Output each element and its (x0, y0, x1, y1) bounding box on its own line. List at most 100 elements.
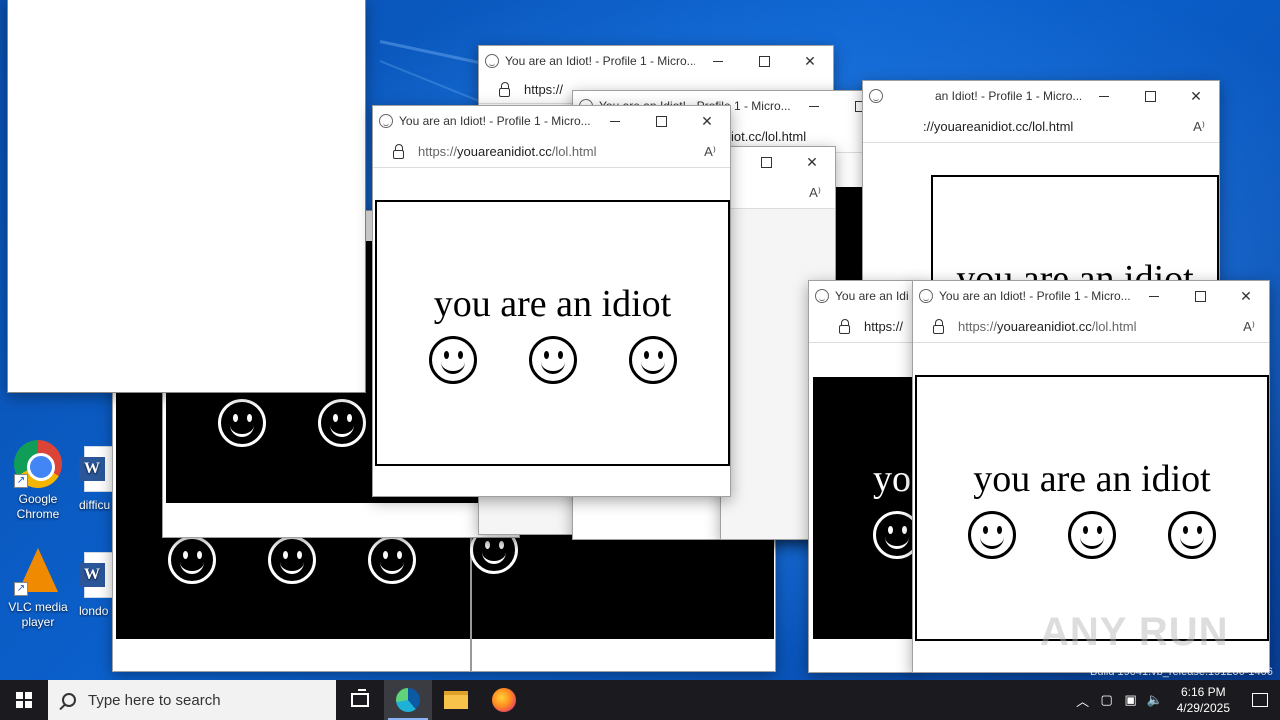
close-button[interactable]: ✕ (1223, 281, 1269, 311)
favicon-smiley-icon (485, 54, 499, 68)
address-bar[interactable]: https://youareanidiot.cc/lol.html A⁾ (913, 311, 1269, 343)
window-titlebar[interactable]: You are an Idiot! - Profile 1 - Micro...… (913, 281, 1269, 311)
notification-icon (1252, 693, 1268, 707)
device-icon[interactable]: ▢ (1095, 680, 1119, 720)
favicon-smiley-icon (379, 114, 393, 128)
url-text: https://youareanidiot.cc/lol.html (418, 144, 597, 159)
idiot-message-box: yo (813, 377, 917, 639)
taskbar: Type here to search ︿ ▢ ▣ 🔈 6:16 PM 4/29… (0, 680, 1280, 720)
maximize-button[interactable] (741, 46, 787, 76)
idiot-message: yo (873, 458, 911, 500)
folder-icon (444, 691, 468, 709)
url-text: https:// (864, 319, 904, 334)
minimize-button[interactable] (592, 106, 638, 136)
smiley-icon (168, 536, 216, 584)
clock-date: 4/29/2025 (1176, 701, 1230, 715)
window-titlebar[interactable]: You are an Idiot! - Profile 1 - Micro...… (479, 46, 833, 76)
task-view-icon (351, 689, 369, 707)
edge-icon (396, 688, 420, 712)
build-watermark: Build 19041.vb_release.191206-1406 (1090, 666, 1273, 678)
start-button[interactable] (0, 680, 48, 720)
smiley-row (168, 536, 416, 584)
window-title: You are an Idi (835, 289, 909, 303)
taskbar-search[interactable]: Type here to search (48, 680, 336, 720)
idiot-message-box: you are an idiot (375, 200, 730, 466)
desktop-icon-vlc[interactable]: ↗ VLC media player (0, 548, 76, 630)
url-text: ://youareanidiot.cc/lol.html (923, 119, 1074, 134)
volume-icon[interactable]: 🔈 (1143, 680, 1167, 720)
desktop-icon-label: Google Chrome (16, 492, 60, 521)
idiot-message-box: you are an idiot (915, 375, 1269, 641)
close-button[interactable]: ✕ (787, 46, 833, 76)
browser-window-bottom-right-back[interactable]: You are an Idi https:// yo (808, 280, 918, 673)
maximize-button[interactable] (1127, 81, 1173, 111)
clock-time: 6:16 PM (1180, 685, 1226, 699)
desktop: ↗ Google Chrome ↗ VLC media player W dif… (0, 0, 1280, 680)
shortcut-arrow-icon: ↗ (14, 582, 28, 596)
smiley-icon (1068, 511, 1116, 559)
smiley-icon (428, 336, 477, 384)
window-title: an Idiot! - Profile 1 - Micro... (935, 89, 1081, 103)
address-bar[interactable]: https:// (809, 311, 917, 343)
search-icon (62, 693, 76, 707)
maximize-button[interactable] (743, 147, 789, 177)
search-placeholder: Type here to search (88, 691, 221, 709)
smiley-icon (968, 511, 1016, 559)
blank-white-window[interactable] (7, 0, 366, 393)
close-button[interactable]: ✕ (684, 106, 730, 136)
smiley-row (428, 336, 677, 384)
smiley-icon (268, 536, 316, 584)
read-aloud-icon[interactable]: A⁾ (704, 144, 716, 160)
lock-icon (933, 318, 944, 334)
desktop-icon-chrome[interactable]: ↗ Google Chrome (0, 440, 76, 522)
window-titlebar[interactable]: ✕ (721, 147, 835, 177)
notification-button[interactable] (1240, 680, 1280, 720)
browser-window-front[interactable]: You are an Idiot! - Profile 1 - Micro...… (372, 105, 731, 497)
address-bar[interactable]: ://youareanidiot.cc/lol.html A⁾ (863, 111, 1219, 143)
address-bar[interactable]: https://youareanidiot.cc/lol.html A⁾ (373, 136, 730, 168)
minimize-button[interactable] (1081, 81, 1127, 111)
window-titlebar[interactable]: You are an Idi (809, 281, 917, 311)
window-title: You are an Idiot! - Profile 1 - Micro... (505, 54, 695, 68)
minimize-button[interactable] (1131, 281, 1177, 311)
smiley-row (968, 511, 1216, 559)
maximize-button[interactable] (638, 106, 684, 136)
clock[interactable]: 6:16 PM 4/29/2025 (1167, 684, 1240, 716)
windows-logo-icon (16, 692, 32, 708)
taskbar-edge[interactable] (384, 680, 432, 720)
favicon-smiley-icon (869, 89, 883, 103)
read-aloud-icon[interactable]: A⁾ (1193, 119, 1205, 135)
smiley-icon (1168, 511, 1216, 559)
window-title: You are an Idiot! - Profile 1 - Micro... (399, 114, 591, 128)
lock-icon (839, 318, 850, 334)
address-bar[interactable]: A⁾ (721, 177, 835, 209)
lock-icon (499, 81, 510, 97)
window-title: You are an Idiot! - Profile 1 - Micro... (939, 289, 1131, 303)
shortcut-arrow-icon: ↗ (14, 474, 28, 488)
url-text: https://youareanidiot.cc/lol.html (958, 319, 1137, 334)
maximize-button[interactable] (1177, 281, 1223, 311)
favicon-smiley-icon (815, 289, 829, 303)
read-aloud-icon[interactable]: A⁾ (1243, 319, 1255, 335)
taskbar-file-explorer[interactable] (432, 680, 480, 720)
minimize-button[interactable] (695, 46, 741, 76)
smiley-icon (528, 336, 577, 384)
window-titlebar[interactable]: You are an Idiot! - Profile 1 - Micro...… (373, 106, 730, 136)
minimize-button[interactable] (791, 91, 837, 121)
anyrun-watermark: ANY RUN (1040, 610, 1229, 654)
close-button[interactable]: ✕ (1173, 81, 1219, 111)
smiley-icon (628, 336, 677, 384)
smiley-icon (318, 399, 366, 447)
taskbar-firefox[interactable] (480, 680, 528, 720)
favicon-smiley-icon (919, 289, 933, 303)
desktop-icon-label: VLC media player (8, 600, 68, 629)
idiot-message: you are an idiot (973, 458, 1211, 500)
window-titlebar[interactable]: an Idiot! - Profile 1 - Micro... ✕ (863, 81, 1219, 111)
close-button[interactable]: ✕ (789, 147, 835, 177)
smiley-row (218, 399, 366, 447)
network-icon[interactable]: ▣ (1119, 680, 1143, 720)
chevron-up-icon[interactable]: ︿ (1071, 680, 1095, 720)
task-view-button[interactable] (336, 680, 384, 720)
read-aloud-icon[interactable]: A⁾ (809, 185, 821, 201)
firefox-icon (492, 688, 516, 712)
